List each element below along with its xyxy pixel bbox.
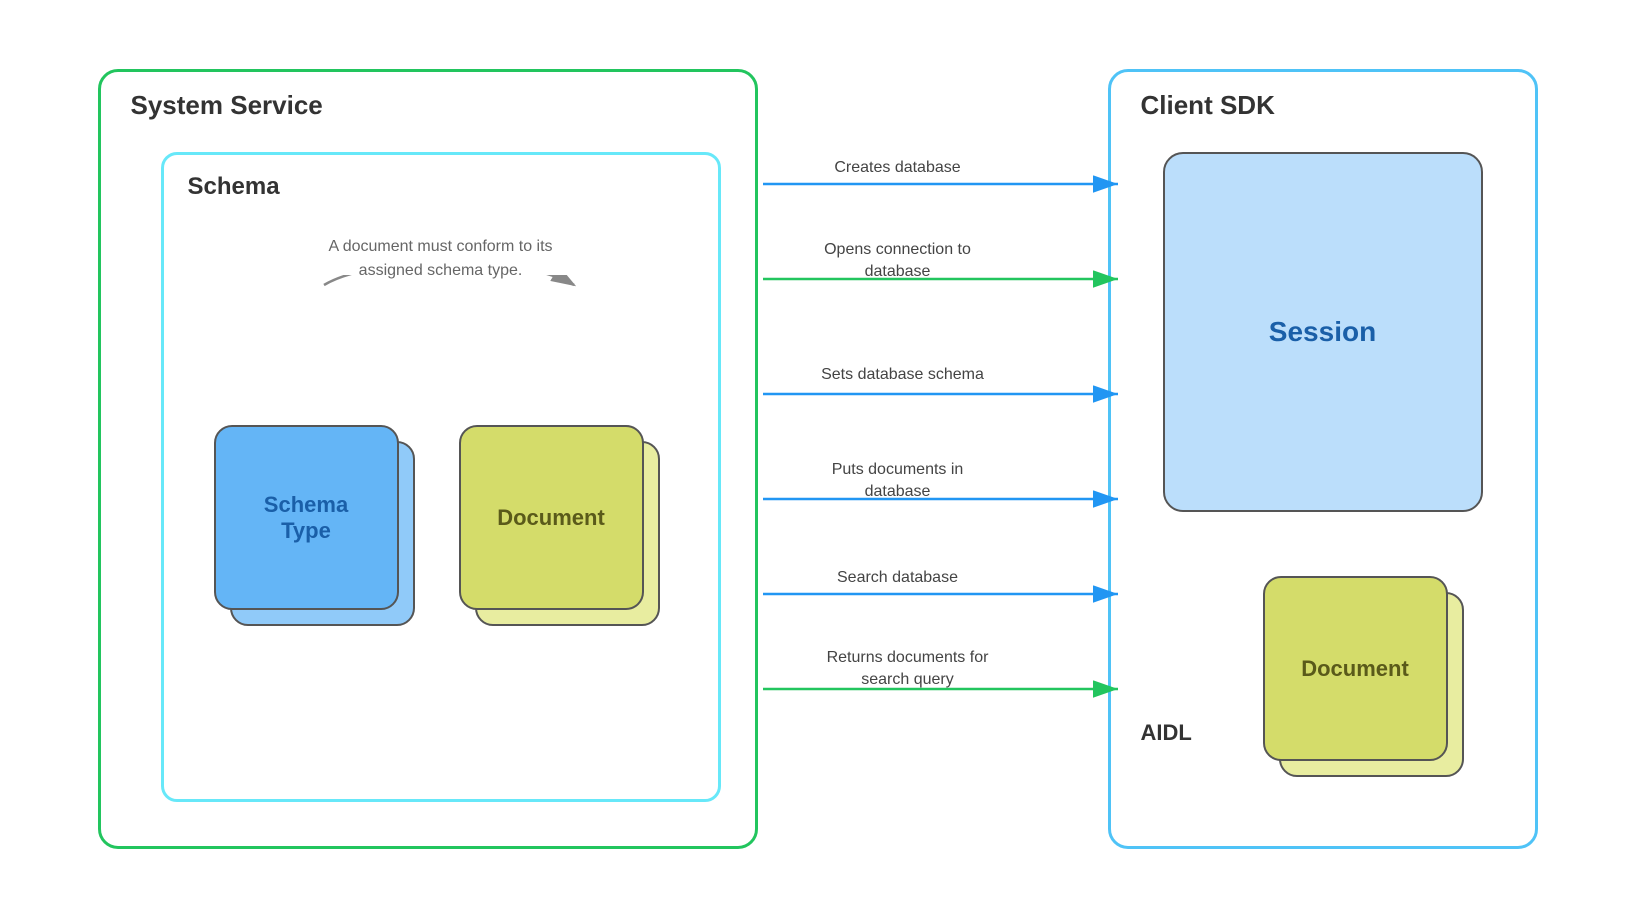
arrow-label-search: Search database [798, 567, 998, 589]
system-service-box: System Service Schema A document must co… [98, 69, 758, 849]
schema-curved-arrow [224, 275, 644, 375]
arrow-label-puts: Puts documents indatabase [798, 459, 998, 504]
client-document-card: Document [1263, 576, 1473, 786]
schema-document-label: Document [459, 425, 644, 610]
arrow-label-returns: Returns documents forsearch query [798, 647, 1018, 692]
schema-type-card: SchemaType [214, 425, 414, 625]
arrow-label-sets: Sets database schema [798, 364, 1008, 386]
session-card: Session [1163, 152, 1483, 512]
client-sdk-box: Client SDK Session AIDL Document [1108, 69, 1538, 849]
architecture-diagram: System Service Schema A document must co… [68, 39, 1568, 879]
aidl-label: AIDL [1141, 720, 1192, 746]
schema-label: Schema [188, 173, 280, 201]
schema-type-label: SchemaType [214, 425, 399, 610]
client-document-label: Document [1263, 576, 1448, 761]
arrow-label-opens: Opens connection todatabase [798, 239, 998, 284]
arrow-label-creates: Creates database [798, 157, 998, 179]
schema-box: Schema A document must conform to its as… [161, 152, 721, 802]
client-sdk-label: Client SDK [1141, 90, 1275, 121]
schema-document-card: Document [459, 425, 659, 625]
system-service-label: System Service [131, 90, 323, 121]
